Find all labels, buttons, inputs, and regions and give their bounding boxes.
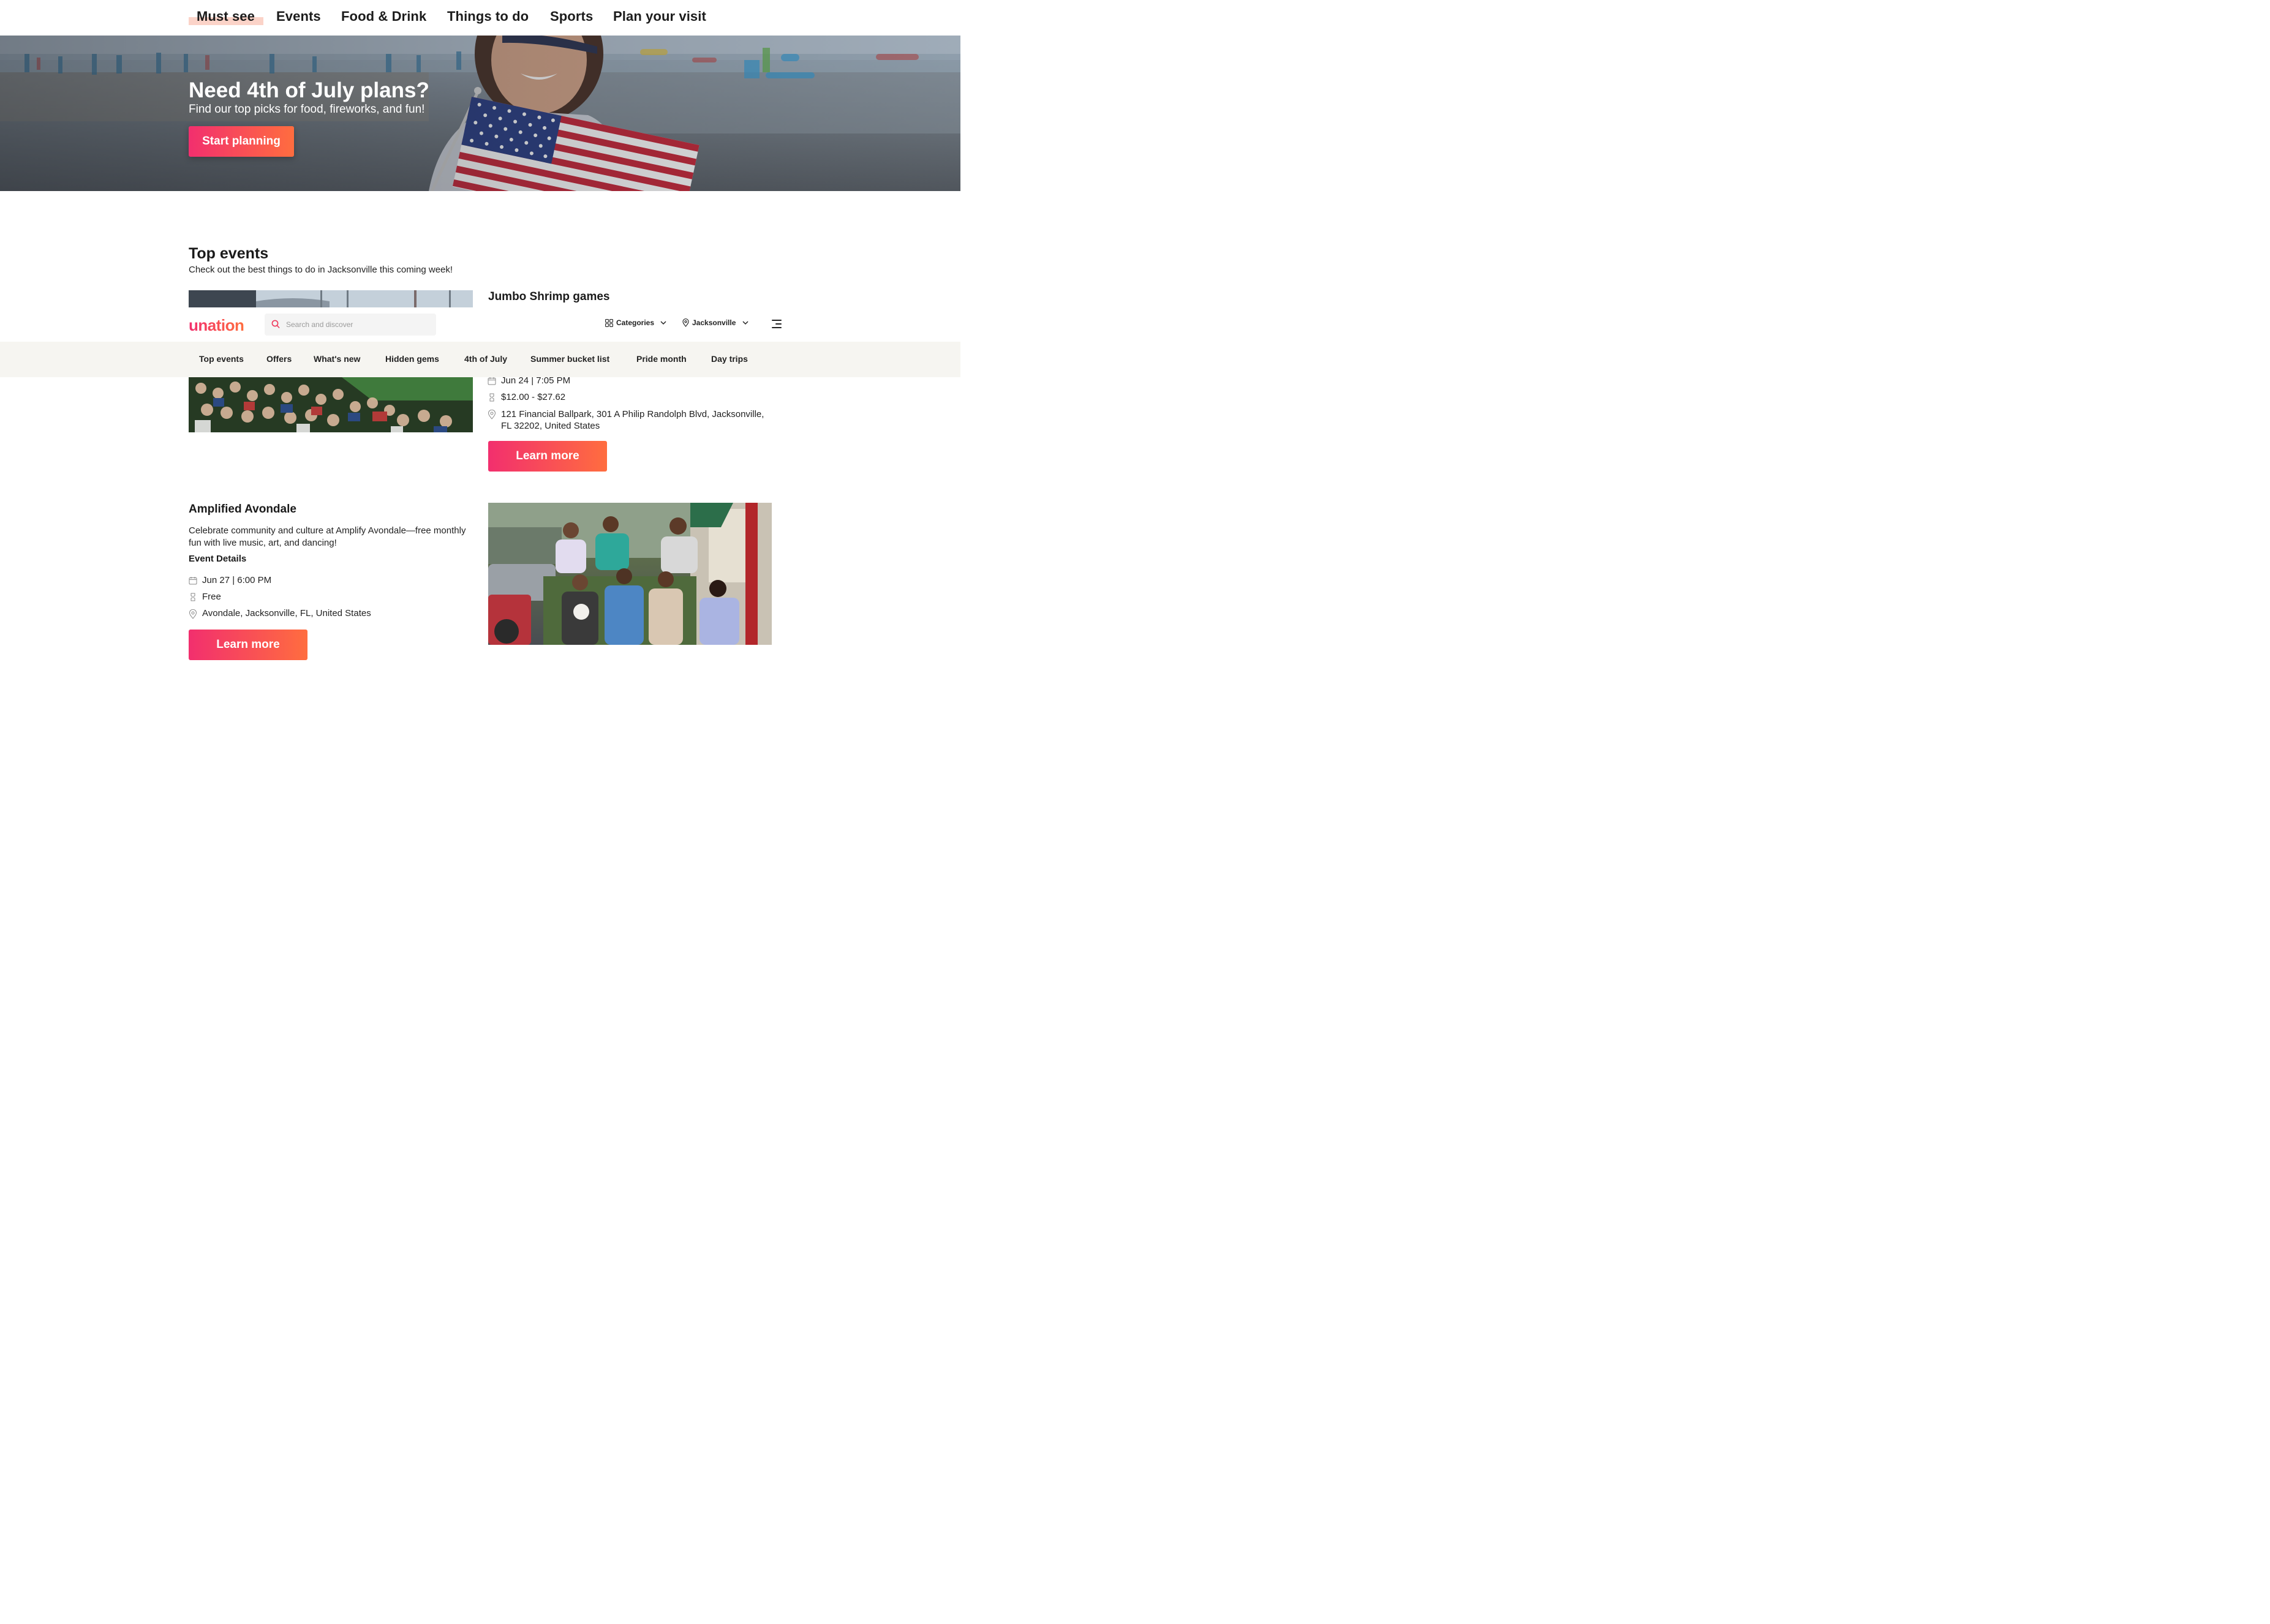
- calendar-icon: [189, 577, 197, 585]
- subnav-summer-bucket-list[interactable]: Summer bucket list: [530, 354, 609, 364]
- subnav-hidden-gems[interactable]: Hidden gems: [385, 354, 439, 364]
- learn-more-button[interactable]: Learn more: [189, 630, 307, 660]
- search-icon: [271, 320, 280, 328]
- learn-more-button[interactable]: Learn more: [488, 441, 607, 472]
- calendar-icon: [488, 377, 496, 385]
- nav-things-to-do[interactable]: Things to do: [447, 9, 529, 24]
- subnav-pride-month[interactable]: Pride month: [636, 354, 687, 364]
- section-subnav: Top events Offers What's new Hidden gems…: [0, 342, 960, 377]
- event-description: Celebrate community and culture at Ampli…: [189, 525, 466, 548]
- top-category-nav: Must see Events Food & Drink Things to d…: [0, 0, 960, 36]
- ticket-icon: [190, 593, 195, 601]
- event-title[interactable]: Jumbo Shrimp games: [488, 290, 610, 304]
- location-dropdown[interactable]: Jacksonville: [682, 318, 749, 327]
- categories-dropdown[interactable]: Categories: [605, 318, 667, 327]
- chevron-down-icon: [742, 321, 748, 325]
- chevron-down-icon: [660, 321, 666, 325]
- nav-plan-your-visit[interactable]: Plan your visit: [613, 9, 706, 24]
- nav-must-see[interactable]: Must see: [197, 9, 255, 24]
- location-pin-icon: [488, 410, 496, 419]
- subnav-whats-new[interactable]: What's new: [314, 354, 360, 364]
- hero-title: Need 4th of July plans?: [189, 78, 429, 102]
- subnav-top-events[interactable]: Top events: [199, 354, 244, 364]
- event-price: $12.00 - $27.62: [501, 392, 566, 402]
- event-date: Jun 27 | 6:00 PM: [202, 575, 272, 585]
- location-pin-icon: [189, 609, 197, 619]
- subnav-4th-of-july[interactable]: 4th of July: [464, 354, 507, 364]
- event-price: Free: [202, 592, 221, 602]
- nav-events[interactable]: Events: [276, 9, 321, 24]
- event-image-amplified-avondale[interactable]: [488, 503, 772, 645]
- menu-icon[interactable]: [769, 319, 782, 330]
- subnav-offers[interactable]: Offers: [266, 354, 292, 364]
- location-label: Jacksonville: [692, 318, 736, 327]
- event-price-row: $12.00 - $27.62: [488, 392, 565, 402]
- section-title: Top events: [189, 245, 269, 262]
- nav-sports[interactable]: Sports: [550, 9, 593, 24]
- event-location-row: Avondale, Jacksonville, FL, United State…: [189, 608, 371, 619]
- event-date-row: Jun 27 | 6:00 PM: [189, 575, 271, 585]
- grid-icon: [605, 318, 613, 327]
- event-location: Avondale, Jacksonville, FL, United State…: [202, 608, 371, 618]
- start-planning-button[interactable]: Start planning: [189, 126, 294, 157]
- event-location: 121 Financial Ballpark, 301 A Philip Ran…: [501, 409, 764, 431]
- site-header: unation Search and discover Categories J…: [0, 307, 960, 342]
- location-pin-icon: [682, 318, 689, 327]
- event-price-row: Free: [189, 592, 221, 602]
- event-details-heading: Event Details: [189, 554, 247, 564]
- subnav-day-trips[interactable]: Day trips: [711, 354, 748, 364]
- search-input[interactable]: Search and discover: [265, 314, 436, 336]
- categories-label: Categories: [616, 318, 655, 327]
- nav-food-drink[interactable]: Food & Drink: [341, 9, 426, 24]
- event-location-row: 121 Financial Ballpark, 301 A Philip Ran…: [488, 408, 769, 432]
- section-subtitle: Check out the best things to do in Jacks…: [189, 265, 453, 275]
- hero-subtitle: Find our top picks for food, fireworks, …: [189, 103, 425, 116]
- ticket-icon: [489, 393, 494, 402]
- search-placeholder: Search and discover: [286, 320, 353, 329]
- hero-banner: Need 4th of July plans? Find our top pic…: [0, 36, 960, 191]
- unation-logo[interactable]: unation: [189, 316, 244, 335]
- event-title[interactable]: Amplified Avondale: [189, 503, 296, 516]
